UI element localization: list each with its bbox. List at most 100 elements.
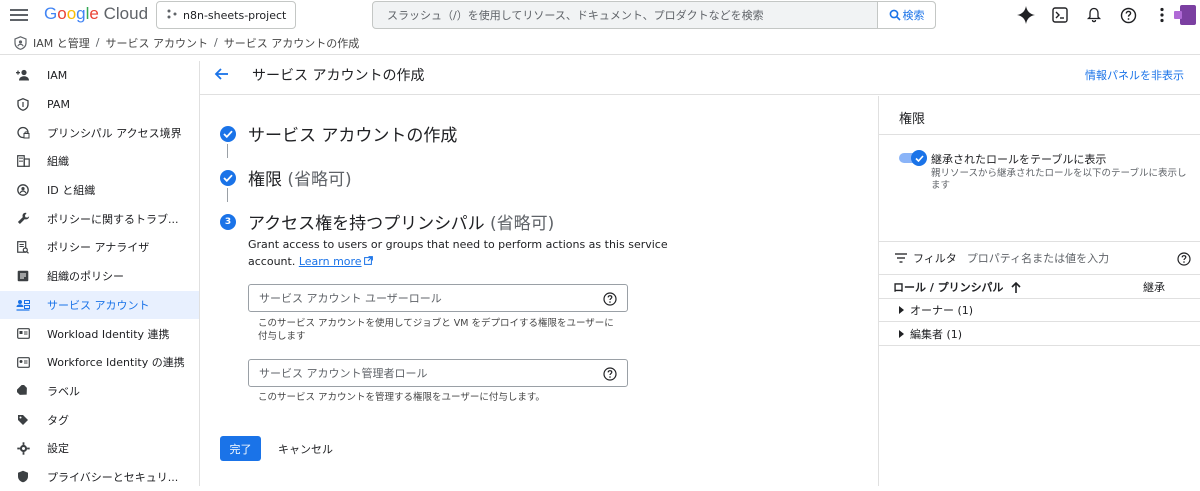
help-icon[interactable] [603, 291, 617, 306]
notifications-bell-icon[interactable] [1082, 3, 1106, 27]
account-avatar[interactable] [1172, 3, 1196, 27]
step-2-label: 権限 [248, 170, 282, 190]
sidebar-item-workforce-identity[interactable]: Workforce Identity の連携 [0, 348, 199, 377]
check-circle-icon [220, 125, 236, 142]
filter-label: フィルタ [913, 252, 957, 265]
step-2[interactable]: 権限 (省略可) [220, 165, 352, 190]
top-bar: Google Cloud n8n-sheets-project 検索 [0, 0, 1200, 31]
sidebar-item-label: ID と組織 [47, 184, 96, 198]
sidebar-item-organization[interactable]: 組織 [0, 147, 199, 176]
shield-icon [16, 470, 30, 484]
admin-role-input[interactable] [249, 360, 589, 386]
menu-icon[interactable] [10, 6, 28, 24]
info-panel: 権限 継承されたロールをテーブルに表示 親リソースから継承されたロールを以下のテ… [878, 96, 1200, 486]
sidebar-item-label: 組織 [47, 155, 69, 169]
sidebar-item-label: タグ [47, 413, 69, 427]
gemini-sparkle-icon[interactable] [1014, 3, 1038, 27]
breadcrumb-service-accounts[interactable]: サービス アカウント [105, 35, 208, 51]
step-3: 3 アクセス権を持つプリンシパル (省略可) [220, 209, 554, 234]
project-name: n8n-sheets-project [183, 8, 287, 22]
sidebar-item-service-accounts[interactable]: サービス アカウント [0, 290, 199, 320]
sidebar-item-policy-analyzer[interactable]: ポリシー アナライザ [0, 233, 199, 262]
tag-icon [16, 413, 30, 427]
back-arrow-icon[interactable] [214, 66, 232, 84]
sidebar-item-label: ポリシーに関するトラブ... [47, 212, 179, 226]
more-vert-icon[interactable] [1150, 3, 1174, 27]
sidebar-item-principal-access-boundary[interactable]: プリンシパル アクセス境界 [0, 118, 199, 147]
logo-cloud: Cloud [103, 4, 149, 23]
hide-info-panel-link[interactable]: 情報パネルを非表示 [1085, 67, 1184, 83]
sidebar-item-org-policies[interactable]: 組織のポリシー [0, 262, 199, 291]
step-1[interactable]: サービス アカウントの作成 [220, 121, 457, 146]
sidebar-item-label: ポリシー アナライザ [47, 241, 150, 255]
toggle-description: 親リソースから継承されたロールを以下のテーブルに表示します [931, 168, 1187, 191]
help-icon[interactable] [1177, 251, 1191, 266]
sidebar-item-workload-identity[interactable]: Workload Identity 連携 [0, 319, 199, 348]
sidebar-item-policy-troubleshooter[interactable]: ポリシーに関するトラブ... [0, 204, 199, 233]
filter-input[interactable] [966, 251, 1157, 265]
help-icon[interactable] [1116, 3, 1140, 27]
page-header: サービス アカウントの作成 情報パネルを非表示 [200, 55, 1200, 95]
learn-more-link[interactable]: Learn more [299, 255, 373, 268]
table-row[interactable]: オーナー (1) [879, 298, 1200, 322]
project-icon [167, 9, 177, 22]
step-connector [227, 144, 228, 158]
sidebar-item-label: 組織のポリシー [47, 270, 124, 284]
project-selector[interactable]: n8n-sheets-project [156, 1, 296, 29]
shield-lock-icon [16, 126, 30, 140]
inherited-roles-toggle[interactable] [899, 150, 927, 166]
sidebar-item-labels[interactable]: ラベル [0, 377, 199, 406]
search-button-label: 検索 [902, 9, 925, 22]
sidebar: IAM PAM プリンシパル アクセス境界 組織 ID と組織 ポリシーに関する… [0, 61, 200, 486]
label-icon [16, 384, 30, 398]
sidebar-item-identity-org[interactable]: ID と組織 [0, 176, 199, 205]
search-button[interactable]: 検索 [877, 2, 935, 28]
sidebar-item-iam[interactable]: IAM [0, 61, 199, 90]
sidebar-item-label: ラベル [47, 384, 80, 398]
step-2-optional: (省略可) [287, 170, 352, 190]
breadcrumb-iam[interactable]: IAM と管理 [33, 35, 90, 51]
google-cloud-logo[interactable]: Google Cloud [44, 4, 148, 24]
breadcrumb: IAM と管理 / サービス アカウント / サービス アカウントの作成 [0, 31, 1200, 55]
filter-icon [895, 251, 909, 265]
id-icon [16, 183, 30, 197]
wrench-icon [16, 212, 30, 226]
step-3-number: 3 [220, 213, 236, 230]
sort-arrow-up-icon [1011, 281, 1021, 293]
gear-icon [16, 441, 30, 455]
cancel-button[interactable]: キャンセル [272, 436, 339, 461]
table-row[interactable]: 編集者 (1) [879, 322, 1200, 346]
help-icon[interactable] [603, 366, 617, 381]
step-1-title: サービス アカウントの作成 [248, 126, 458, 146]
sidebar-item-tags[interactable]: タグ [0, 405, 199, 434]
admin-role-field [248, 359, 628, 387]
user-role-input[interactable] [249, 285, 589, 311]
filter-bar: フィルタ [879, 244, 1200, 272]
list-doc-icon [16, 269, 30, 283]
doc-search-icon [16, 240, 30, 254]
step-3-description: Grant access to users or groups that nee… [248, 236, 668, 270]
sidebar-item-settings[interactable]: 設定 [0, 434, 199, 463]
sidebar-item-label: IAM [47, 68, 68, 82]
iam-shield-icon [14, 35, 27, 50]
breadcrumb-separator: / [95, 36, 100, 49]
service-account-icon [16, 298, 30, 312]
sidebar-item-privacy-security[interactable]: プライバシーとセキュリ... [0, 463, 199, 491]
column-role-principal[interactable]: ロール / プリンシパル [893, 279, 1021, 295]
expand-arrow-icon [899, 329, 904, 338]
cloud-shell-icon[interactable] [1048, 3, 1072, 27]
breadcrumb-current: サービス アカウントの作成 [223, 36, 360, 50]
toggle-label: 継承されたロールをテーブルに表示 [931, 153, 1107, 166]
main-content: サービス アカウントの作成 権限 (省略可) 3 アクセス権を持つプリンシパル … [200, 96, 878, 486]
id-card-icon [16, 355, 30, 369]
sidebar-item-pam[interactable]: PAM [0, 90, 199, 119]
step-3-label: アクセス権を持つプリンシパル [248, 214, 485, 234]
shield-icon [16, 97, 30, 111]
step-connector [227, 188, 228, 202]
breadcrumb-separator: / [213, 36, 218, 49]
sidebar-item-label: Workforce Identity の連携 [47, 356, 185, 370]
step-3-optional: (省略可) [490, 214, 555, 234]
done-button[interactable]: 完了 [220, 436, 261, 461]
search-input[interactable] [373, 2, 877, 28]
step-2-title: 権限 (省略可) [248, 165, 352, 190]
